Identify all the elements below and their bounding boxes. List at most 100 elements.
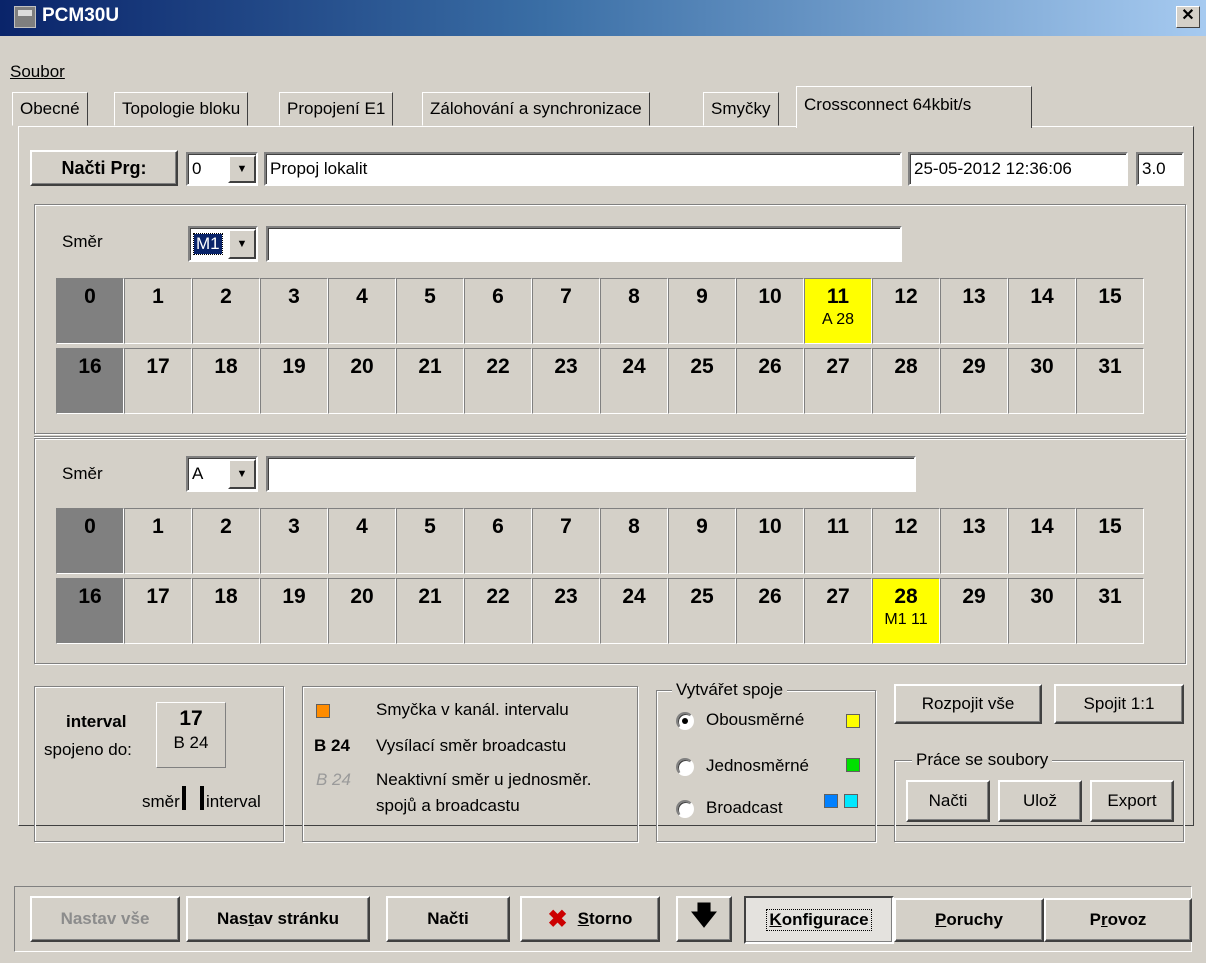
channel-cell[interactable]: 2: [192, 278, 260, 344]
channel-cell[interactable]: 14: [1008, 278, 1076, 344]
set-all-button[interactable]: Nastav vše: [30, 896, 180, 942]
channel-cell[interactable]: 5: [396, 278, 464, 344]
radio-broadcast-label[interactable]: Broadcast: [706, 798, 783, 818]
disconnect-all-button[interactable]: Rozpojit vše: [894, 684, 1042, 724]
channel-cell[interactable]: 9: [668, 508, 736, 574]
channel-cell[interactable]: 28 M1 11: [872, 578, 940, 644]
tab-obecne[interactable]: Obecné: [12, 92, 88, 126]
channel-cell[interactable]: 16: [56, 578, 124, 644]
cancel-button[interactable]: ✖ Storno: [520, 896, 660, 942]
configuration-button[interactable]: Konfigurace: [744, 896, 894, 944]
channel-cell[interactable]: 1: [124, 508, 192, 574]
channel-cell[interactable]: 31: [1076, 578, 1144, 644]
channel-cell[interactable]: 18: [192, 348, 260, 414]
channel-cell[interactable]: 31: [1076, 348, 1144, 414]
channel-cell[interactable]: 9: [668, 278, 736, 344]
channel-cell[interactable]: 21: [396, 348, 464, 414]
channel-cell[interactable]: 4: [328, 508, 396, 574]
channel-cell[interactable]: 15: [1076, 508, 1144, 574]
direction-1-dropdown[interactable]: ▼: [228, 229, 256, 259]
channel-cell[interactable]: 24: [600, 578, 668, 644]
tab-smycky[interactable]: Smyčky: [703, 92, 779, 126]
file-load-button[interactable]: Načti: [906, 780, 990, 822]
channel-cell[interactable]: 23: [532, 348, 600, 414]
down-button[interactable]: 🡇: [676, 896, 732, 942]
channel-cell[interactable]: 3: [260, 508, 328, 574]
channel-cell[interactable]: 16: [56, 348, 124, 414]
channel-cell[interactable]: 11 A 28: [804, 278, 872, 344]
channel-cell[interactable]: 12: [872, 278, 940, 344]
load-button[interactable]: Načti: [386, 896, 510, 942]
channel-cell[interactable]: 7: [532, 508, 600, 574]
channel-cell[interactable]: 0: [56, 278, 124, 344]
channel-cell[interactable]: 19: [260, 348, 328, 414]
operation-button[interactable]: Pr ovoz: [1044, 898, 1192, 942]
channel-cell[interactable]: 8: [600, 508, 668, 574]
channel-cell[interactable]: 4: [328, 278, 396, 344]
close-button[interactable]: ✕: [1176, 6, 1200, 28]
menu-soubor[interactable]: Soubor: [10, 62, 65, 82]
radio-obousmerne[interactable]: [676, 712, 694, 730]
direction-2-text[interactable]: [266, 456, 916, 492]
channel-cell[interactable]: 26: [736, 348, 804, 414]
radio-broadcast[interactable]: [676, 800, 694, 818]
channel-cell[interactable]: 10: [736, 508, 804, 574]
channel-cell[interactable]: 23: [532, 578, 600, 644]
program-name-input[interactable]: Propoj lokalit: [264, 152, 902, 186]
set-page-button[interactable]: Nas t av stránku: [186, 896, 370, 942]
faults-button[interactable]: Poruchy: [894, 898, 1044, 942]
program-number-dropdown[interactable]: ▼: [228, 155, 256, 183]
tab-crossconnect[interactable]: Crossconnect 64kbit/s: [796, 86, 1032, 128]
channel-cell[interactable]: 28: [872, 348, 940, 414]
radio-jednosmerne-label[interactable]: Jednosměrné: [706, 756, 809, 776]
channel-cell[interactable]: 27: [804, 348, 872, 414]
channel-cell[interactable]: 11: [804, 508, 872, 574]
direction-1-text[interactable]: [266, 226, 902, 262]
channel-cell[interactable]: 13: [940, 508, 1008, 574]
tab-topologie-bloku[interactable]: Topologie bloku: [114, 92, 249, 126]
direction-2-dropdown[interactable]: ▼: [228, 459, 256, 489]
radio-obousmerne-label[interactable]: Obousměrné: [706, 710, 804, 730]
channel-cell[interactable]: 6: [464, 278, 532, 344]
interval-label: interval: [66, 712, 127, 731]
channel-cell[interactable]: 5: [396, 508, 464, 574]
channel-cell[interactable]: 22: [464, 578, 532, 644]
channel-cell[interactable]: 19: [260, 578, 328, 644]
channel-cell[interactable]: 20: [328, 578, 396, 644]
channel-cell[interactable]: 30: [1008, 348, 1076, 414]
channel-cell[interactable]: 18: [192, 578, 260, 644]
channel-cell[interactable]: 10: [736, 278, 804, 344]
channel-cell[interactable]: 1: [124, 278, 192, 344]
channel-cell[interactable]: 29: [940, 348, 1008, 414]
channel-cell[interactable]: 14: [1008, 508, 1076, 574]
channel-cell[interactable]: 27: [804, 578, 872, 644]
channel-cell[interactable]: 15: [1076, 278, 1144, 344]
channel-cell[interactable]: 8: [600, 278, 668, 344]
channel-cell[interactable]: 21: [396, 578, 464, 644]
file-export-button[interactable]: Export: [1090, 780, 1174, 822]
channel-number: 10: [758, 515, 782, 538]
channel-cell[interactable]: 6: [464, 508, 532, 574]
channel-cell[interactable]: 17: [124, 348, 192, 414]
channel-cell[interactable]: 12: [872, 508, 940, 574]
channel-cell[interactable]: 0: [56, 508, 124, 574]
tab-propojeni-e1[interactable]: Propojení E1: [279, 92, 394, 126]
channel-cell[interactable]: 2: [192, 508, 260, 574]
file-save-button[interactable]: Ulož: [998, 780, 1082, 822]
channel-cell[interactable]: 13: [940, 278, 1008, 344]
tab-zalohovani[interactable]: Zálohování a synchronizace: [422, 92, 650, 126]
channel-cell[interactable]: 17: [124, 578, 192, 644]
channel-cell[interactable]: 7: [532, 278, 600, 344]
channel-cell[interactable]: 30: [1008, 578, 1076, 644]
channel-cell[interactable]: 22: [464, 348, 532, 414]
radio-jednosmerne[interactable]: [676, 758, 694, 776]
channel-cell[interactable]: 25: [668, 578, 736, 644]
channel-cell[interactable]: 29: [940, 578, 1008, 644]
connect-1-1-button[interactable]: Spojit 1:1: [1054, 684, 1184, 724]
channel-cell[interactable]: 25: [668, 348, 736, 414]
channel-cell[interactable]: 26: [736, 578, 804, 644]
channel-cell[interactable]: 24: [600, 348, 668, 414]
channel-cell[interactable]: 3: [260, 278, 328, 344]
channel-cell[interactable]: 20: [328, 348, 396, 414]
load-program-button[interactable]: Načti Prg:: [30, 150, 178, 186]
